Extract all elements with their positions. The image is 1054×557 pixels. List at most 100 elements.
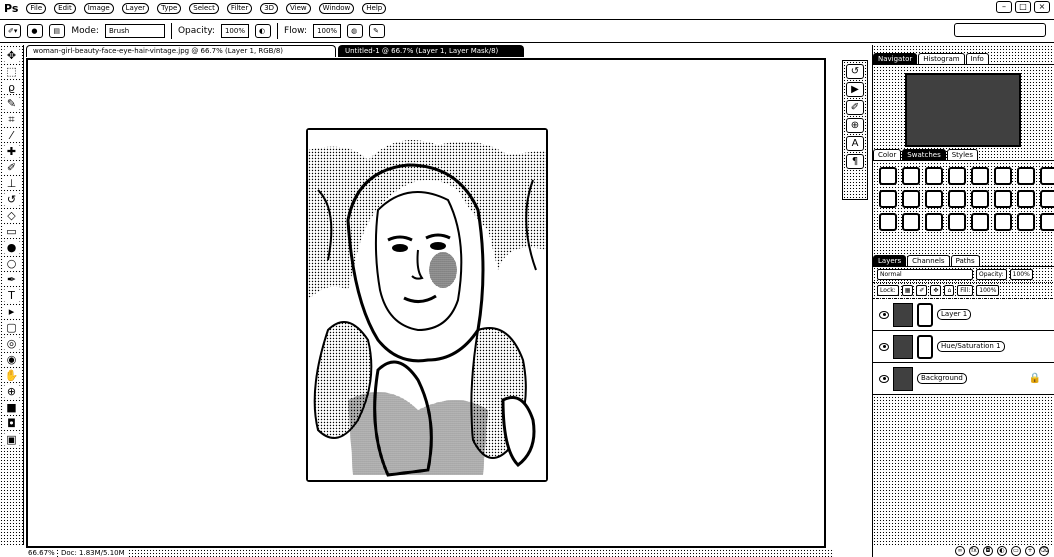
menu-3d[interactable]: 3D xyxy=(260,3,279,14)
toggle-brush-panel-button[interactable]: ▤ xyxy=(49,24,66,38)
blur-tool[interactable]: ● xyxy=(2,241,21,254)
swatch[interactable] xyxy=(971,213,989,231)
layer-fill-field[interactable]: 100% xyxy=(976,285,1000,296)
layer-style-icon[interactable]: fx xyxy=(969,546,979,556)
mode-select[interactable]: Brush xyxy=(104,24,165,38)
paragraph-icon[interactable]: ¶ xyxy=(846,154,864,169)
screen-mode[interactable]: ▣ xyxy=(2,433,21,446)
layer-row[interactable]: Background 🔒 xyxy=(873,363,1054,395)
layer-row[interactable]: Hue/Saturation 1 xyxy=(873,331,1054,363)
tab-paths[interactable]: Paths xyxy=(950,255,980,266)
visibility-eye-icon[interactable] xyxy=(879,374,889,383)
menu-type[interactable]: Type xyxy=(157,3,182,14)
actions-icon[interactable]: ▶ xyxy=(846,82,864,97)
swatch[interactable] xyxy=(1017,213,1035,231)
shape-tool[interactable]: ▢ xyxy=(2,321,21,334)
artwork-canvas[interactable] xyxy=(306,128,548,482)
layer-thumbnail[interactable] xyxy=(893,302,913,327)
menu-filter[interactable]: Filter xyxy=(226,3,253,14)
swatch[interactable] xyxy=(879,167,897,185)
swatch[interactable] xyxy=(879,190,897,208)
swatch[interactable] xyxy=(902,213,920,231)
eyedropper-tool[interactable]: ⁄ xyxy=(2,129,21,142)
tab-layers[interactable]: Layers xyxy=(873,255,907,266)
marquee-tool[interactable]: ⬚ xyxy=(2,65,21,78)
brush-preset-icon[interactable]: ✐ xyxy=(846,100,864,115)
tool-preset-picker[interactable]: ✐▾ xyxy=(4,24,22,38)
menu-image[interactable]: Image xyxy=(83,3,114,14)
swatch[interactable] xyxy=(994,213,1012,231)
lock-transparent-icon[interactable]: ▦ xyxy=(901,285,914,296)
navigator-thumbnail[interactable] xyxy=(905,73,1021,147)
flow-field[interactable]: 100% xyxy=(313,24,342,38)
brush-tool[interactable]: ✐ xyxy=(2,161,21,174)
layer-thumbnail[interactable] xyxy=(893,366,913,391)
3d-camera-tool[interactable]: ◉ xyxy=(2,353,21,366)
swatch[interactable] xyxy=(925,167,943,185)
swatch[interactable] xyxy=(925,213,943,231)
layer-mask-thumbnail[interactable] xyxy=(917,334,933,359)
menu-window[interactable]: Window xyxy=(318,3,355,14)
document-tab-2[interactable]: Untitled-1 @ 66.7% (Layer 1, Layer Mask/… xyxy=(338,45,524,57)
minimize-button[interactable]: – xyxy=(996,1,1012,13)
menu-file[interactable]: File xyxy=(26,3,47,14)
path-select-tool[interactable]: ▸ xyxy=(2,305,21,318)
healing-tool[interactable]: ✚ xyxy=(2,145,21,158)
gradient-tool[interactable]: ▭ xyxy=(2,225,21,238)
swatch[interactable] xyxy=(948,167,966,185)
3d-rotate-tool[interactable]: ◎ xyxy=(2,337,21,350)
lock-brush-icon[interactable]: ✐ xyxy=(916,285,928,296)
lock-move-icon[interactable]: ✥ xyxy=(930,285,942,296)
swatch[interactable] xyxy=(1017,190,1035,208)
tab-swatches[interactable]: Swatches xyxy=(902,149,946,160)
lock-all-icon[interactable]: ⌂ xyxy=(944,285,955,296)
visibility-eye-icon[interactable] xyxy=(879,342,889,351)
history-icon[interactable]: ↺ xyxy=(846,64,864,79)
layer-name[interactable]: Hue/Saturation 1 xyxy=(937,341,1005,352)
zoom-level[interactable]: 66.67% xyxy=(26,549,57,557)
canvas-area[interactable] xyxy=(26,58,826,548)
airbrush-icon[interactable]: ◍ xyxy=(347,24,364,38)
swatch[interactable] xyxy=(902,167,920,185)
maximize-button[interactable]: □ xyxy=(1015,1,1031,13)
swatch[interactable] xyxy=(1017,167,1035,185)
brush-preset-picker[interactable]: ● xyxy=(27,24,44,38)
type-tool[interactable]: T xyxy=(2,289,21,302)
layer-thumbnail[interactable] xyxy=(893,334,913,359)
new-layer-icon[interactable]: + xyxy=(1025,546,1035,556)
swatch[interactable] xyxy=(925,190,943,208)
hand-tool[interactable]: ✋ xyxy=(2,369,21,382)
new-group-icon[interactable]: ▭ xyxy=(1011,546,1021,556)
add-mask-icon[interactable]: ◘ xyxy=(983,546,993,556)
move-tool[interactable]: ✥ xyxy=(2,49,21,62)
swatch[interactable] xyxy=(948,190,966,208)
menu-layer[interactable]: Layer xyxy=(121,3,150,14)
swatch[interactable] xyxy=(994,167,1012,185)
workspace-switcher[interactable] xyxy=(954,23,1046,37)
dodge-tool[interactable]: ○ xyxy=(2,257,21,270)
layer-mask-thumbnail[interactable] xyxy=(917,302,933,327)
layer-row[interactable]: Layer 1 xyxy=(873,299,1054,331)
adjustment-layer-icon[interactable]: ◐ xyxy=(997,546,1007,556)
menu-view[interactable]: View xyxy=(286,3,311,14)
lasso-tool[interactable]: ϱ xyxy=(2,81,21,94)
layer-name[interactable]: Layer 1 xyxy=(937,309,972,320)
swatch[interactable] xyxy=(971,190,989,208)
menu-edit[interactable]: Edit xyxy=(54,3,76,14)
layer-name[interactable]: Background xyxy=(917,373,967,384)
document-tab-1[interactable]: woman-girl-beauty-face-eye-hair-vintage.… xyxy=(26,45,336,57)
swatch[interactable] xyxy=(994,190,1012,208)
close-button[interactable]: × xyxy=(1034,1,1050,13)
swatch[interactable] xyxy=(1040,190,1054,208)
tab-info[interactable]: Info xyxy=(965,53,989,64)
crop-tool[interactable]: ⌗ xyxy=(2,113,21,126)
swatch[interactable] xyxy=(1040,167,1054,185)
swatch[interactable] xyxy=(971,167,989,185)
menu-help[interactable]: Help xyxy=(362,3,387,14)
swatch[interactable] xyxy=(1040,213,1054,231)
eraser-tool[interactable]: ◇ xyxy=(2,209,21,222)
document-info[interactable]: Doc: 1.83M/5.10M xyxy=(58,549,127,557)
pressure-size-icon[interactable]: ✎ xyxy=(369,24,386,38)
stamp-tool[interactable]: ⊥ xyxy=(2,177,21,190)
tab-navigator[interactable]: Navigator xyxy=(873,53,918,64)
